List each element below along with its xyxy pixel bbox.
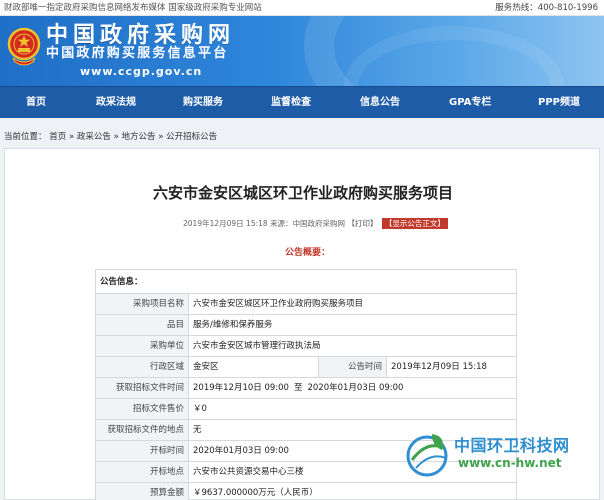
main-nav: 首页 政采法规 购买服务 监督检查 信息公告 GPA专栏 PPP频道 [0, 86, 604, 118]
site-subtitle: 中国政府购买服务信息平台 [46, 46, 229, 61]
cell-label: 公告时间 [318, 356, 387, 378]
article-meta: 2019年12月09日 15:18 来源：中国政府采购网 【打印】 【显示公告正… [183, 218, 448, 230]
table-row: 获取招标文件时间 2019年12月10日 09:00 至 2020年01月03日 0… [95, 377, 517, 399]
site-url: www.ccgp.gov.cn [80, 65, 203, 78]
breadcrumb-gov-procurement[interactable]: 政采公告 [77, 132, 111, 142]
table-row: 公告信息： [95, 269, 517, 294]
cell-value: 服务/维修和保养服务 [188, 314, 517, 336]
cell-value: 2019年12月09日 15:18 [386, 356, 517, 378]
breadcrumb-home[interactable]: 首页 [49, 132, 66, 142]
nav-item-supervision[interactable]: 监督检查 [271, 87, 311, 119]
nav-item-home[interactable]: 首页 [26, 87, 46, 119]
doc-time-start: 2019年12月10日 09:00 [193, 383, 289, 393]
watermark-url: www.cn-hw.net [458, 456, 562, 470]
breadcrumb-local[interactable]: 地方公告 [121, 132, 155, 142]
cell-value: ￥0 [188, 398, 517, 420]
nav-item-regulations[interactable]: 政采法规 [96, 87, 136, 119]
nav-item-gpa[interactable]: GPA专栏 [449, 87, 491, 119]
cell-value: 金安区 [188, 356, 319, 378]
page-title: 六安市金安区城区环卫作业政府购买服务项目 [152, 184, 453, 202]
cell-label: 采购项目名称 [95, 293, 189, 315]
nav-item-announcements[interactable]: 信息公告 [360, 87, 400, 119]
cell-value: 六安市金安区城市管理行政执法局 [188, 335, 517, 357]
site-name: 中国政府采购网 [46, 22, 236, 48]
cell-label: 招标文件售价 [95, 398, 189, 420]
nav-item-ppp[interactable]: PPP频道 [538, 87, 580, 119]
doc-time-separator: 至 [293, 383, 303, 393]
cell-value: 六安市金安区城区环卫作业政府购买服务项目 [188, 293, 517, 315]
table-row: 行政区域 金安区 公告时间 2019年12月09日 15:18 [95, 356, 517, 378]
site-slogan: 财政部唯一指定政府采购信息网络发布媒体 国家级政府采购专业网站 [4, 3, 262, 13]
breadcrumb-separator: » [158, 132, 164, 142]
table-row: 招标文件售价 ￥0 [95, 398, 517, 420]
table-row: 采购项目名称 六安市金安区城区环卫作业政府购买服务项目 [95, 293, 517, 315]
cell-label: 行政区域 [95, 356, 189, 378]
breadcrumb-prefix: 当前位置： [4, 132, 47, 142]
breadcrumb: 当前位置： 首页 » 政采公告 » 地方公告 » 公开招标公告 [4, 131, 217, 143]
watermark: 中国环卫科技网 www.cn-hw.net [398, 428, 604, 500]
table-row: 采购单位 六安市金安区城市管理行政执法局 [95, 335, 517, 357]
publish-date: 2019年12月09日 15:18 [183, 219, 268, 228]
cell-label: 预算金额 [95, 482, 189, 500]
cell-value: 2019年12月10日 09:00 至 2020年01月03日 09:00 [188, 377, 517, 399]
site-banner: 中国政府采购网 中国政府购买服务信息平台 www.ccgp.gov.cn [0, 16, 604, 86]
watermark-name: 中国环卫科技网 [454, 436, 570, 455]
nav-item-purchase-services[interactable]: 购买服务 [183, 87, 223, 119]
table-row: 品目 服务/维修和保养服务 [95, 314, 517, 336]
service-hotline: 服务热线：400-810-1996 [495, 3, 598, 13]
cell-label: 采购单位 [95, 335, 189, 357]
breadcrumb-separator: » [113, 132, 119, 142]
cell-label: 开标时间 [95, 440, 189, 462]
cell-label: 获取招标文件的地点 [95, 419, 189, 441]
show-announcement-button[interactable]: 【显示公告正文】 [381, 218, 448, 229]
cell-label: 品目 [95, 314, 189, 336]
source-label: 来源： [270, 219, 293, 228]
doc-time-end: 2020年01月03日 09:00 [307, 383, 404, 393]
print-link[interactable]: 【打印】 [347, 219, 377, 228]
cell-label: 开标地点 [95, 461, 189, 483]
top-bar: 财政部唯一指定政府采购信息网络发布媒体 国家级政府采购专业网站 服务热线：400… [0, 0, 604, 16]
table-section-title: 公告信息： [95, 269, 517, 294]
summary-heading: 公告概要： [285, 248, 331, 258]
cell-label: 获取招标文件时间 [95, 377, 189, 399]
source-name: 中国政府采购网 [292, 219, 346, 228]
breadcrumb-public-tender[interactable]: 公开招标公告 [166, 132, 217, 142]
national-emblem-icon[interactable] [6, 26, 42, 68]
breadcrumb-separator: » [68, 132, 75, 142]
globe-leaf-logo-icon [406, 434, 448, 477]
